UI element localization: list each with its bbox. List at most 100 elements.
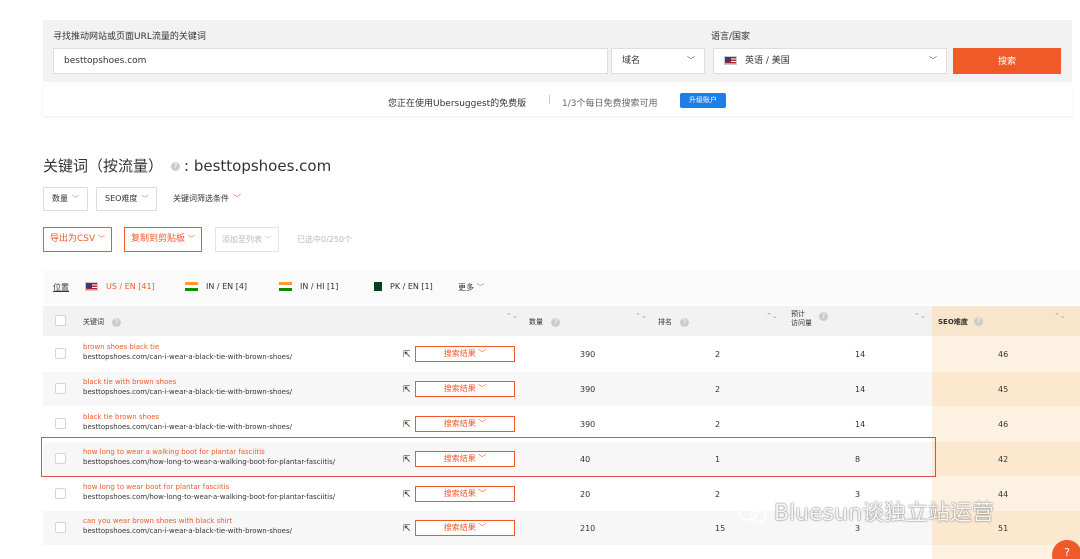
add-to-list-button[interactable]: 添加至列表 ﹀	[215, 227, 279, 252]
locale-more[interactable]: 更多 ﹀	[458, 282, 485, 293]
language-select[interactable]: 英语 / 美国 ﹀	[713, 48, 947, 74]
india-flag-icon	[279, 282, 292, 291]
page-title: 关键词（按流量）?: besttopshoes.com	[43, 155, 331, 176]
volume-cell: 390	[580, 385, 596, 394]
volume-filter[interactable]: 数量 ﹀	[43, 187, 88, 211]
external-link-icon[interactable]: ⇱	[403, 385, 411, 395]
scope-select[interactable]: 域名 ﹀	[611, 48, 705, 74]
search-label: 寻找推动网站或页面URL流量的关键词	[53, 32, 206, 42]
table-header: 关键词? ⌃⌄ 数量? ⌃⌄ 排名? ⌃⌄ 预计 访问量 ? ⌃⌄	[43, 306, 1080, 336]
header-volume[interactable]: 数量?	[529, 317, 564, 327]
seo-cell-bg: 46	[932, 337, 1080, 371]
external-link-icon[interactable]: ⇱	[403, 524, 411, 534]
serp-results-button[interactable]: 搜索结果 ﹀	[415, 486, 515, 502]
locale-tab-in-hi[interactable]: IN / HI [1]	[279, 282, 338, 291]
select-all-checkbox[interactable]	[55, 315, 66, 326]
seo-cell-bg: 46	[932, 407, 1080, 441]
row-checkbox[interactable]	[55, 348, 66, 359]
search-button[interactable]: 搜索	[953, 48, 1061, 74]
sort-icon[interactable]: ⌃⌄	[1054, 313, 1066, 320]
seo-cell: 42	[998, 455, 1009, 464]
visits-cell: 14	[855, 350, 866, 359]
help-icon[interactable]: ?	[819, 312, 828, 321]
copy-clipboard-button[interactable]: 复制到剪贴板 ﹀	[124, 227, 202, 252]
row-checkbox[interactable]	[55, 488, 66, 499]
locale-more-label: 更多	[458, 283, 474, 292]
locale-tab-label: US / EN [41]	[106, 282, 155, 291]
keyword-filters-label: 关键词筛选条件	[173, 194, 229, 203]
sort-icon[interactable]: ⌃⌄	[506, 313, 518, 320]
help-icon[interactable]: ?	[974, 317, 983, 326]
wechat-icon	[738, 505, 767, 523]
page-url: besttopshoes.com/can-i-wear-a-black-tie-…	[83, 388, 292, 396]
header-seo-label: SEO难度	[938, 318, 968, 326]
sort-icon[interactable]: ⌃⌄	[635, 313, 647, 320]
help-icon[interactable]: ?	[171, 162, 181, 171]
row-checkbox[interactable]	[55, 418, 66, 429]
export-csv-button[interactable]: 导出为CSV ﹀	[43, 227, 113, 252]
header-rank-label: 排名	[658, 318, 672, 326]
help-icon[interactable]: ?	[112, 317, 121, 327]
volume-cell: 390	[580, 420, 596, 429]
keyword-link[interactable]: brown shoes black tie	[83, 343, 159, 351]
chevron-down-icon: ﹀	[476, 283, 485, 292]
locale-tab-label: PK / EN [1]	[390, 282, 433, 291]
plan-text: 您正在使用Ubersuggest的免费版	[388, 99, 527, 109]
pakistan-flag-icon	[371, 282, 382, 291]
sort-icon[interactable]: ⌃⌄	[914, 313, 926, 320]
seo-difficulty-filter[interactable]: SEO难度 ﹀	[96, 187, 158, 211]
chevron-down-icon: ﹀	[233, 194, 241, 203]
volume-cell: 390	[580, 350, 596, 359]
row-checkbox[interactable]	[55, 522, 66, 533]
chevron-down-icon: ﹀	[264, 236, 272, 244]
external-link-icon[interactable]: ⇱	[403, 420, 411, 430]
serp-results-button[interactable]: 搜索结果 ﹀	[415, 346, 515, 362]
serp-results-button[interactable]: 搜索结果 ﹀	[415, 416, 515, 432]
language-label: 语言/国家	[711, 32, 751, 42]
seo-cell: 51	[998, 524, 1009, 533]
add-to-list-label: 添加至列表	[222, 235, 262, 244]
keyword-filters[interactable]: 关键词筛选条件 ﹀	[173, 193, 241, 204]
search-panel: 寻找推动网站或页面URL流量的关键词 语言/国家 besttopshoes.co…	[43, 20, 1072, 82]
header-visits[interactable]: 预计 访问量	[791, 310, 812, 328]
sort-icon[interactable]: ⌃⌄	[766, 313, 778, 320]
chevron-down-icon: ﹀	[141, 195, 149, 203]
serp-results-button[interactable]: 搜索结果 ﹀	[415, 520, 515, 536]
free-plan-notice: 您正在使用Ubersuggest的免费版 | 1/3个每日免费搜索可用 升级账户	[43, 86, 1072, 116]
locale-tab-pk-en[interactable]: PK / EN [1]	[371, 282, 433, 291]
visits-cell: 14	[855, 420, 866, 429]
page-title-domain: : besttopshoes.com	[184, 157, 332, 175]
chevron-down-icon: ﹀	[98, 235, 106, 243]
help-icon[interactable]: ?	[551, 317, 560, 327]
upgrade-button[interactable]: 升级账户	[680, 93, 726, 108]
keyword-link[interactable]: black tie with brown shoes	[83, 378, 176, 386]
search-input[interactable]: besttopshoes.com	[53, 48, 608, 74]
header-rank[interactable]: 排名?	[658, 317, 693, 327]
page-url: besttopshoes.com/can-i-wear-a-black-tie-…	[83, 423, 292, 431]
locale-tab-in-en[interactable]: IN / EN [4]	[185, 282, 247, 291]
help-button[interactable]: ?	[1052, 540, 1080, 559]
seo-filter-label: SEO难度	[105, 194, 138, 203]
locale-tab-us-en[interactable]: US / EN [41]	[85, 282, 155, 291]
keyword-link[interactable]: black tie brown shoes	[83, 413, 159, 421]
seo-cell-bg: 45	[932, 372, 1080, 406]
locale-tabs: 位置 US / EN [41] IN / EN [4] IN / HI [1] …	[43, 270, 1080, 304]
table-row: black tie brown shoes besttopshoes.com/ca…	[43, 407, 1080, 441]
keyword-link[interactable]: how long to wear boot for plantar fascii…	[83, 483, 229, 491]
serp-results-button[interactable]: 搜索结果 ﹀	[415, 381, 515, 397]
help-icon[interactable]: ?	[680, 317, 689, 327]
copy-clipboard-label: 复制到剪贴板	[131, 234, 186, 244]
external-link-icon[interactable]: ⇱	[403, 490, 411, 500]
header-seo[interactable]: SEO难度 ? ⌃⌄	[932, 306, 1080, 336]
keyword-link[interactable]: can you wear brown shoes with black shir…	[83, 517, 232, 525]
external-link-icon[interactable]: ⇱	[403, 350, 411, 360]
seo-cell: 44	[998, 490, 1009, 499]
header-keyword[interactable]: 关键词?	[83, 317, 125, 327]
rank-cell: 2	[715, 385, 721, 394]
volume-filter-label: 数量	[52, 194, 68, 203]
row-checkbox[interactable]	[55, 383, 66, 394]
page-url: besttopshoes.com/can-i-wear-a-black-tie-…	[83, 353, 292, 361]
seo-cell-bg: 42	[932, 442, 1080, 476]
chevron-down-icon: ﹀	[929, 56, 937, 65]
divider: |	[548, 95, 552, 105]
